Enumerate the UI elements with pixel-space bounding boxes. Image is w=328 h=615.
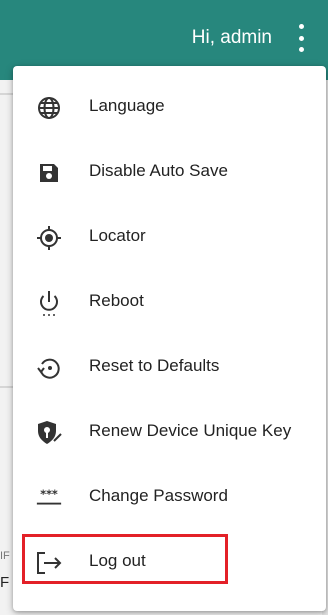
restore-icon [35,354,63,382]
background-divider [0,386,14,388]
more-vert-icon[interactable] [294,24,308,52]
security-key-icon [35,419,63,447]
menu-item-locator[interactable]: Locator [13,204,326,268]
background-text: F [0,574,10,591]
user-greeting: Hi, admin [191,27,272,48]
user-dropdown-menu: Language Disable Auto Save Locator Reboo… [13,66,326,611]
menu-item-change-password[interactable]: *** Change Password [13,464,326,528]
menu-item-label: Renew Device Unique Key [89,421,292,440]
menu-item-renew-device-unique-key[interactable]: Renew Device Unique Key [13,399,326,463]
background-text: IF [0,550,10,562]
menu-item-label: Reboot [89,291,144,310]
menu-item-label: Change Password [89,486,228,505]
menu-item-language[interactable]: Language [13,74,326,138]
globe-icon [35,94,63,122]
menu-item-label: Disable Auto Save [89,161,228,180]
menu-item-label: Locator [89,226,146,245]
menu-item-disable-auto-save[interactable]: Disable Auto Save [13,139,326,203]
power-icon [35,289,63,317]
menu-item-reset-to-defaults[interactable]: Reset to Defaults [13,334,326,398]
menu-item-label: Language [89,96,165,115]
menu-item-reboot[interactable]: Reboot [13,269,326,333]
background-divider [0,93,14,95]
save-icon [35,159,63,187]
menu-item-label: Reset to Defaults [89,356,220,375]
locator-icon [35,224,63,252]
password-icon: *** [35,484,63,512]
svg-text:***: *** [40,488,58,501]
highlight-annotation [22,534,228,584]
